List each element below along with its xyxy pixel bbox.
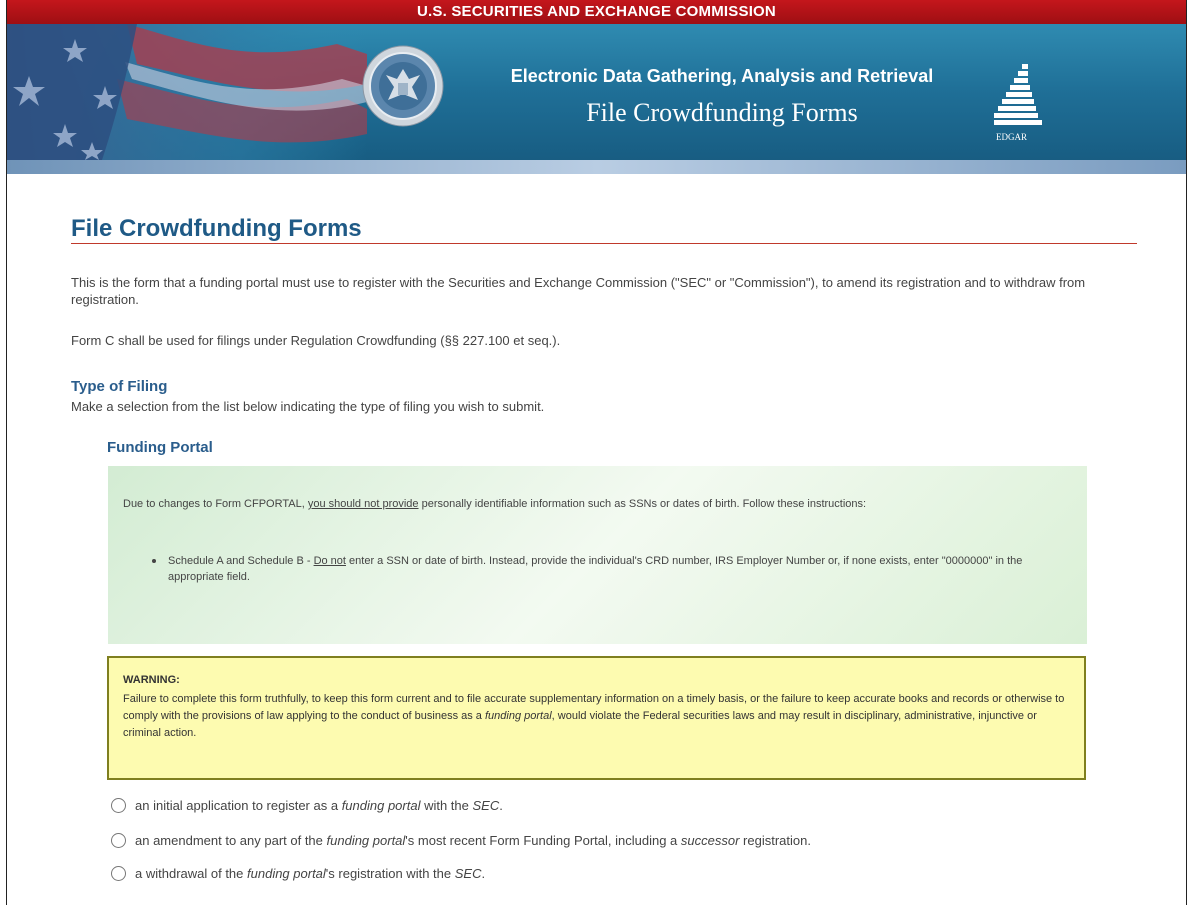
banner-stripe: [7, 160, 1186, 174]
page-title: File Crowdfunding Forms: [71, 215, 362, 242]
edgar-logo-icon: EDGAR: [994, 64, 1042, 142]
app-title: File Crowdfunding Forms: [586, 98, 858, 127]
pii-notice-box: Due to changes to Form CFPORTAL, you sho…: [108, 466, 1087, 644]
pii-notice-text: Due to changes to Form CFPORTAL, you sho…: [123, 498, 867, 510]
pii-bullet-emphasis: Do not: [313, 555, 346, 567]
filing-option-label[interactable]: an amendment to any part of the funding …: [135, 833, 811, 848]
sec-seal-icon: [362, 45, 444, 127]
radio-button[interactable]: [111, 797, 126, 813]
warning-title: WARNING:: [123, 674, 180, 686]
funding-portal-heading: Funding Portal: [107, 439, 213, 456]
pii-notice-bullet: Schedule A and Schedule B - Do not enter…: [168, 555, 1023, 583]
agency-name: U.S. SECURITIES AND EXCHANGE COMMISSION: [417, 3, 776, 20]
filing-option-withdrawal[interactable]: a withdrawal of the funding portal's reg…: [111, 863, 485, 883]
filing-option-amendment[interactable]: an amendment to any part of the funding …: [111, 830, 811, 850]
warning-text: Failure to complete this form truthfully…: [123, 693, 1065, 739]
warning-box: WARNING: Failure to complete this form t…: [107, 656, 1086, 780]
pii-notice-emphasis: you should not provide: [307, 498, 419, 510]
form-c-paragraph: Form C shall be used for filings under R…: [71, 333, 561, 348]
title-divider: [71, 243, 1137, 244]
filing-option-label[interactable]: a withdrawal of the funding portal's reg…: [135, 866, 485, 881]
radio-button[interactable]: [111, 865, 126, 881]
filing-option-label[interactable]: an initial application to register as a …: [135, 798, 503, 813]
agency-bar: U.S. SECURITIES AND EXCHANGE COMMISSION: [7, 0, 1186, 24]
bullet-dot: [152, 559, 156, 563]
system-name: Electronic Data Gathering, Analysis and …: [510, 66, 934, 86]
radio-button[interactable]: [111, 832, 126, 848]
intro-paragraph: This is the form that a funding portal m…: [71, 275, 1086, 307]
type-of-filing-instructions: Make a selection from the list below ind…: [71, 399, 545, 414]
page-frame: U.S. SECURITIES AND EXCHANGE COMMISSION: [6, 0, 1187, 905]
site-banner: Electronic Data Gathering, Analysis and …: [7, 24, 1186, 174]
filing-option-initial[interactable]: an initial application to register as a …: [111, 795, 503, 815]
us-flag-icon: [7, 24, 367, 160]
edgar-logo-text: EDGAR: [996, 132, 1027, 142]
type-of-filing-heading: Type of Filing: [71, 378, 168, 395]
